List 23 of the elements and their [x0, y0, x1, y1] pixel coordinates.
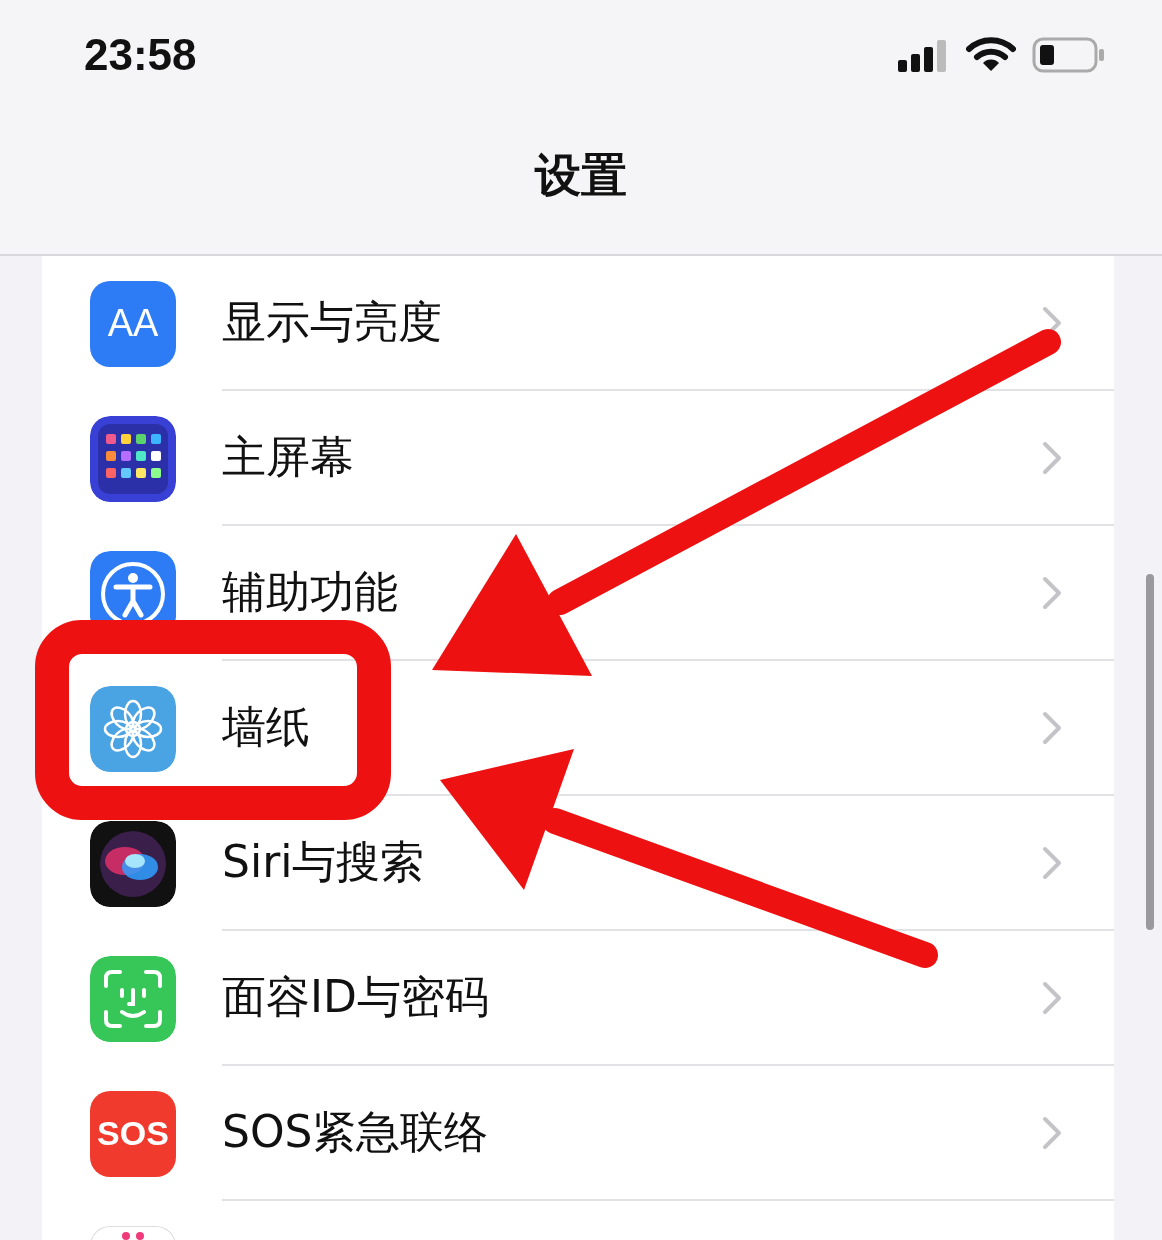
settings-item-label[interactable]: 辅助功能 [222, 563, 398, 622]
chevron-icon [1042, 575, 1062, 610]
page-title: 设置 [535, 147, 627, 204]
settings-item-label[interactable]: 显示与亮度 [222, 293, 442, 352]
siri-orb-icon [90, 820, 176, 907]
chevron-icon [1042, 845, 1062, 880]
status-time: 23:58 [84, 30, 197, 80]
chevron-icon [1042, 980, 1062, 1015]
wifi-icon [966, 37, 1016, 73]
settings-item-label[interactable]: 面容ID与密码 [222, 968, 489, 1027]
settings-item-label[interactable]: SOS紧急联络 [222, 1103, 489, 1162]
battery-icon [1032, 37, 1106, 73]
chevron-icon [1042, 1115, 1062, 1150]
chevron-icon [1042, 710, 1062, 745]
settings-item-label[interactable]: Siri与搜索 [222, 833, 425, 892]
face-scan-icon [90, 955, 176, 1042]
home-screen-grid-icon [90, 415, 176, 502]
text-size-icon: AA [90, 280, 176, 367]
flower-icon [90, 685, 176, 772]
settings-item-label[interactable]: 墙纸 [222, 698, 310, 757]
settings-item-label[interactable]: 主屏幕 [222, 428, 354, 487]
sos-icon: SOS [90, 1090, 176, 1177]
chevron-icon [1042, 440, 1062, 475]
